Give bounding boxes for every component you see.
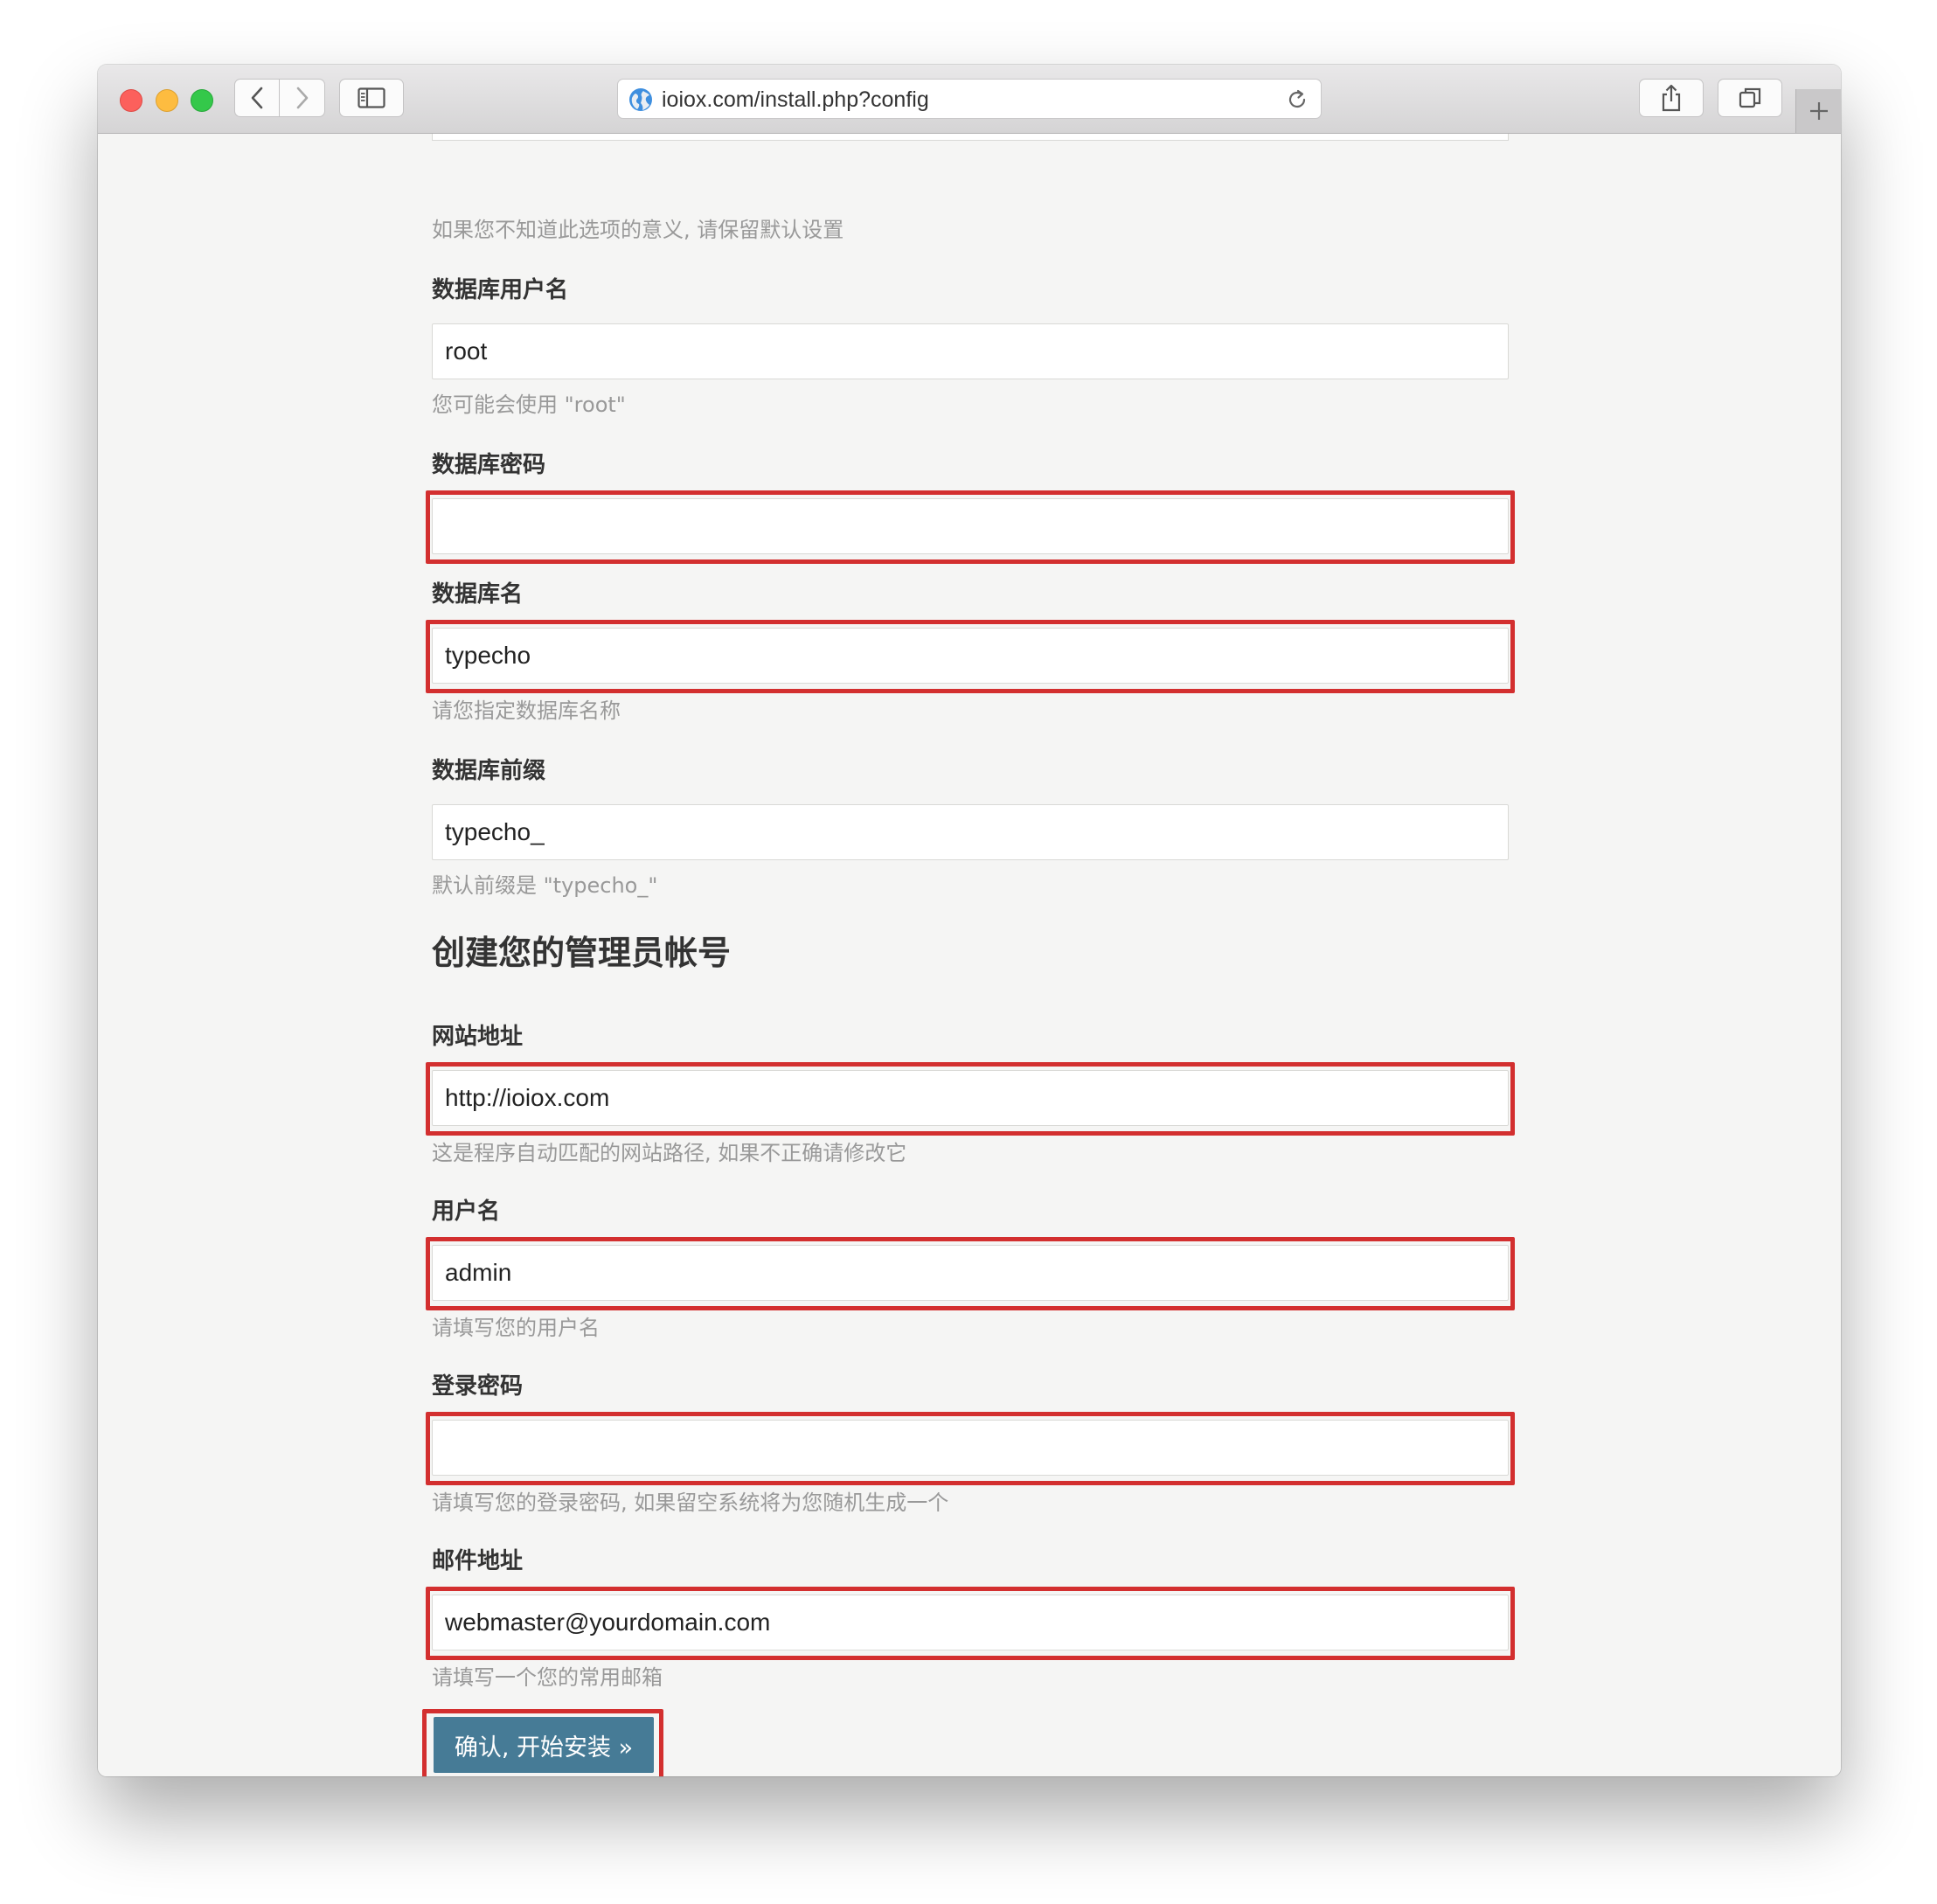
page-content: 如果您不知道此选项的意义, 请保留默认设置 数据库用户名 root 您可能会使用…	[98, 134, 1841, 1776]
url-text: ioiox.com/install.php?config	[662, 87, 929, 112]
forward-button[interactable]	[280, 79, 325, 117]
highlight-box-submit	[422, 1709, 663, 1776]
db-name-hint: 请您指定数据库名称	[432, 698, 621, 723]
db-prefix-input[interactable]: typecho_	[432, 804, 1509, 860]
highlight-box-db-name	[426, 620, 1515, 693]
db-prefix-hint: 默认前缀是 "typecho_"	[432, 873, 658, 898]
new-tab-button[interactable]	[1795, 89, 1841, 133]
highlight-box-db-password	[426, 490, 1515, 564]
share-button[interactable]	[1639, 79, 1704, 117]
tabs-icon	[1739, 87, 1761, 108]
share-icon	[1662, 84, 1681, 112]
username-hint: 请填写您的用户名	[432, 1316, 600, 1340]
site-url-label: 网站地址	[432, 1024, 524, 1050]
highlight-box-login-password	[426, 1412, 1515, 1485]
chevron-right-icon	[296, 87, 308, 109]
site-url-hint: 这是程序自动匹配的网站路径, 如果不正确请修改它	[432, 1141, 907, 1165]
sidebar-toggle-button[interactable]	[339, 79, 404, 117]
browser-toolbar: ioiox.com/install.php?config	[98, 65, 1841, 134]
username-label: 用户名	[432, 1199, 501, 1225]
chevron-left-icon	[251, 87, 263, 109]
globe-icon	[629, 88, 652, 111]
db-user-hint: 您可能会使用 "root"	[432, 393, 626, 417]
highlight-box-email	[426, 1587, 1515, 1660]
highlight-box-site-url	[426, 1062, 1515, 1136]
minimize-window-button[interactable]	[156, 89, 178, 112]
address-bar[interactable]: ioiox.com/install.php?config	[617, 79, 1322, 119]
db-user-label: 数据库用户名	[432, 277, 569, 303]
close-window-button[interactable]	[120, 89, 142, 112]
db-name-label: 数据库名	[432, 581, 524, 608]
highlight-box-username	[426, 1237, 1515, 1310]
plus-icon	[1810, 102, 1828, 120]
admin-section-title: 创建您的管理员帐号	[432, 934, 732, 972]
zoom-window-button[interactable]	[191, 89, 213, 112]
browser-window: ioiox.com/install.php?config 如果您不知道此选项的意…	[98, 65, 1841, 1776]
login-password-hint: 请填写您的登录密码, 如果留空系统将为您随机生成一个	[432, 1491, 949, 1515]
db-prefix-label: 数据库前缀	[432, 758, 546, 784]
prev-field-hint: 如果您不知道此选项的意义, 请保留默认设置	[432, 218, 844, 242]
email-label: 邮件地址	[432, 1548, 524, 1574]
login-password-label: 登录密码	[432, 1373, 524, 1400]
previous-field-edge	[432, 134, 1509, 141]
back-button[interactable]	[234, 79, 280, 117]
email-hint: 请填写一个您的常用邮箱	[432, 1665, 663, 1690]
show-tabs-button[interactable]	[1718, 79, 1782, 117]
sidebar-icon	[358, 87, 385, 108]
reload-icon[interactable]	[1286, 88, 1309, 111]
db-password-label: 数据库密码	[432, 452, 546, 478]
db-user-input[interactable]: root	[432, 323, 1509, 379]
